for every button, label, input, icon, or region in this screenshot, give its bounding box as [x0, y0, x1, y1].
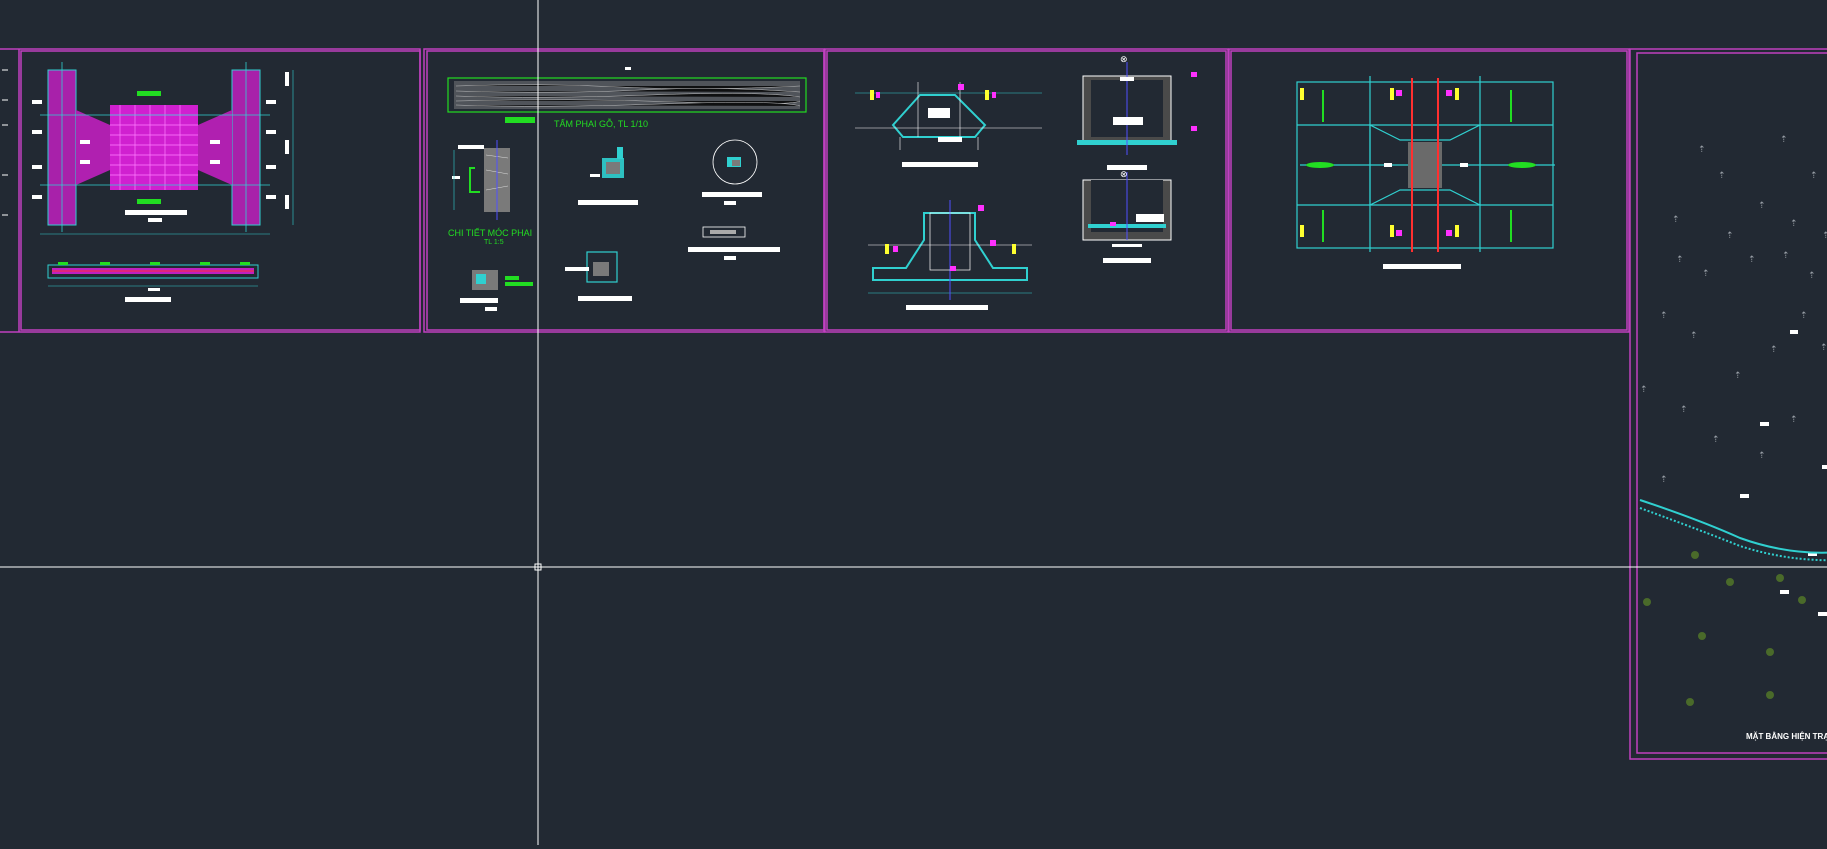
tree-symbol-icon: ⇡⇡⇡ ⇡⇡⇡ ⇡⇡⇡ ⇡⇡⇡ ⇡⇡⇡ ⇡⇡⇡ ⇡⇡⇡ ⇡⇡⇡ ⇡⇡⇡ [1640, 135, 1827, 485]
svg-text:⇡: ⇡ [1712, 435, 1720, 445]
svg-text:⇡: ⇡ [1810, 171, 1818, 181]
cad-drawing-viewport[interactable]: ⊗ ⊗ ⇡ ⇡ ⇡ ⇡ ⇡ ⇡ ⇡ ⇡ ⇡ ⇡ ⇡ ⇡ ⇡ ⇡ ⇡ ⇡ ⇡ ⇡ … [0, 0, 1827, 845]
svg-text:⇡: ⇡ [1822, 231, 1827, 241]
svg-text:⇡: ⇡ [1726, 231, 1734, 241]
svg-text:⇡: ⇡ [1640, 385, 1648, 395]
svg-text:⇡: ⇡ [1780, 135, 1788, 145]
svg-text:⇡: ⇡ [1660, 311, 1668, 321]
model-space-canvas[interactable]: ⊗ ⊗ ⇡⇡⇡ ⇡⇡⇡ ⇡⇡⇡ ⇡⇡⇡ ⇡⇡⇡ ⇡⇡⇡ ⇡⇡⇡ ⇡⇡⇡ ⇡⇡ [0, 0, 1827, 845]
svg-text:⇡: ⇡ [1790, 219, 1798, 229]
svg-text:⇡: ⇡ [1702, 269, 1710, 279]
svg-text:⇡: ⇡ [1790, 415, 1798, 425]
svg-text:⇡: ⇡ [1734, 371, 1742, 381]
sheet-1-plan-drawing[interactable] [2, 62, 294, 302]
site-plan-title: MẶT BẰNG HIỆN TRẠ [1746, 732, 1827, 741]
svg-text:⇡: ⇡ [1800, 311, 1808, 321]
svg-text:⇡: ⇡ [1690, 331, 1698, 341]
svg-text:⇡: ⇡ [1758, 201, 1766, 211]
svg-text:⇡: ⇡ [1660, 475, 1668, 485]
sheet-5-site-plan[interactable]: ⇡⇡⇡ ⇡⇡⇡ ⇡⇡⇡ ⇡⇡⇡ ⇡⇡⇡ ⇡⇡⇡ ⇡⇡⇡ ⇡⇡⇡ ⇡⇡⇡ [1639, 135, 1827, 706]
svg-text:⇡: ⇡ [1782, 251, 1790, 261]
section-arrow-icon: ⊗ [1120, 55, 1128, 65]
svg-text:⇡: ⇡ [1758, 451, 1766, 461]
section-arrow-icon: ⊗ [1120, 170, 1128, 180]
svg-text:⇡: ⇡ [1820, 343, 1827, 353]
svg-text:⇡: ⇡ [1680, 405, 1688, 415]
svg-text:⇡: ⇡ [1698, 145, 1706, 155]
wood-panel-title: TẤM PHAI GỖ, TL 1/10 [554, 119, 649, 129]
sheet-2-wood-panel-details[interactable] [447, 67, 807, 311]
svg-text:⇡: ⇡ [1676, 255, 1684, 265]
hook-detail-title: CHI TIẾT MÓC PHAI [448, 228, 533, 238]
hook-detail-scale: TL 1:5 [484, 239, 504, 246]
svg-text:⇡: ⇡ [1808, 271, 1816, 281]
sheet-3-cross-sections[interactable]: ⊗ ⊗ [855, 55, 1197, 310]
svg-text:⇡: ⇡ [1748, 255, 1756, 265]
svg-text:⇡: ⇡ [1718, 171, 1726, 181]
svg-text:⇡: ⇡ [1672, 215, 1680, 225]
sheet-4-sluice-plan[interactable] [1296, 76, 1555, 269]
svg-text:⇡: ⇡ [1770, 345, 1778, 355]
